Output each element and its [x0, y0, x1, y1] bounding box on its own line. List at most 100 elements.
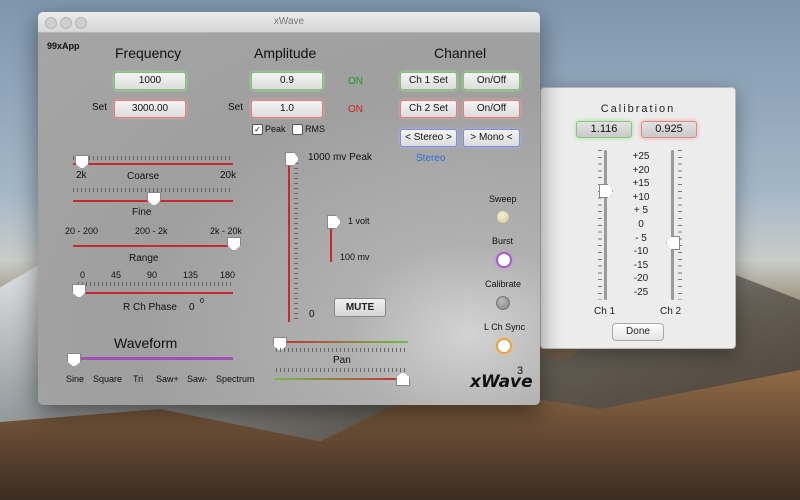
range-slider[interactable]: [227, 237, 241, 251]
phase-label: R Ch Phase: [123, 302, 177, 313]
waveform-track: [73, 357, 233, 360]
ch2-calibration-value: 0.925: [641, 121, 697, 138]
calibration-scale-mark: -20: [633, 273, 649, 285]
burst-label: Burst: [492, 236, 514, 246]
amp-range-top-label: 1 volt: [348, 216, 370, 226]
amplitude-on-indicator: ON: [348, 76, 363, 87]
frequency-set-field[interactable]: 3000.00: [114, 100, 186, 118]
waveform-option-sawplus: Saw+: [156, 374, 179, 384]
pan-track-bottom: [274, 378, 408, 380]
fine-ticks: [73, 188, 233, 192]
ch2-onoff-button[interactable]: On/Off: [463, 100, 520, 118]
calibration-scale: +25 +20 +15 +10 + 50 - 5 -10 -15 -20 -25: [601, 150, 681, 300]
coarse-min-label: 2k: [76, 170, 87, 181]
waveform-option-sine: Sine: [66, 374, 85, 384]
phase-tick-180: 180: [220, 270, 236, 280]
frequency-set-label: Set: [92, 102, 108, 113]
window-title: xWave: [273, 16, 305, 27]
pan-ticks-bottom: [276, 368, 406, 372]
ch1-onoff-button[interactable]: On/Off: [463, 72, 520, 90]
calibration-scale-mark: -25: [633, 286, 649, 298]
app-tag: 99xApp: [47, 41, 80, 51]
coarse-ticks: [73, 156, 233, 160]
calibration-scale-mark: + 5: [633, 205, 649, 217]
calibration-scale-mark: 0: [638, 218, 644, 230]
title-bar: xWave: [38, 12, 540, 33]
xwave-logo: xWave: [470, 372, 533, 392]
phase-value: 0: [189, 302, 195, 313]
coarse-max-label: 20k: [220, 170, 237, 181]
frequency-value: 1000: [114, 72, 186, 90]
amplitude-slider-track: [288, 158, 290, 322]
xwave-logo-version: 3: [517, 365, 524, 377]
done-button[interactable]: Done: [612, 323, 664, 341]
channel-header: Channel: [434, 45, 487, 61]
phase-ticks: [78, 282, 233, 286]
peak-label: Peak: [265, 124, 286, 134]
amplitude-slider-max-label: 1000 mv Peak: [308, 152, 372, 163]
coarse-track: [73, 163, 233, 165]
sweep-toggle[interactable]: [496, 210, 510, 224]
stereo-button[interactable]: < Stereo >: [400, 129, 457, 147]
waveform-option-spectrum: Spectrum: [216, 374, 255, 384]
amplitude-slider-min-label: 0: [309, 309, 315, 320]
calibration-scale-mark: +20: [632, 164, 650, 176]
ch1-label: Ch 1: [594, 306, 616, 317]
fine-slider[interactable]: [147, 192, 161, 206]
frequency-header: Frequency: [115, 45, 182, 61]
pan-label: Pan: [333, 355, 351, 366]
range-label: Range: [129, 253, 159, 264]
mono-button[interactable]: > Mono <: [463, 129, 520, 147]
ch2-set-button[interactable]: Ch 2 Set: [400, 100, 457, 118]
waveform-header: Waveform: [114, 335, 178, 351]
peak-checkbox[interactable]: ✓: [252, 124, 263, 135]
range-option-high: 2k - 20k: [210, 226, 243, 236]
mute-button[interactable]: MUTE: [334, 298, 386, 317]
calibration-scale-mark: +25: [632, 151, 650, 162]
burst-toggle[interactable]: [496, 252, 512, 268]
pan-ticks-top: [276, 348, 406, 352]
phase-tick-135: 135: [183, 270, 199, 280]
amplitude-slider-ticks: [294, 158, 298, 322]
amp-range-bottom-label: 100 mv: [340, 252, 370, 262]
range-option-mid: 200 - 2k: [135, 226, 168, 236]
calibration-scale-mark: +10: [632, 191, 650, 203]
range-track: [73, 245, 233, 247]
amplitude-set-on-indicator: ON: [348, 104, 363, 115]
phase-slider[interactable]: [72, 284, 86, 298]
amplitude-set-field[interactable]: 1.0: [251, 100, 323, 118]
lch-sync-toggle[interactable]: [496, 338, 512, 354]
range-option-low: 20 - 200: [65, 226, 99, 236]
ch1-set-button[interactable]: Ch 1 Set: [400, 72, 457, 90]
waveform-option-square: Square: [93, 374, 123, 384]
waveform-option-tri: Tri: [133, 374, 144, 384]
amplitude-header: Amplitude: [254, 45, 317, 61]
calibrate-label: Calibrate: [485, 279, 522, 289]
calibration-scale-mark: - 5: [635, 232, 647, 244]
phase-tick-0: 0: [80, 270, 86, 280]
amplitude-set-label: Set: [228, 102, 244, 113]
phase-track: [78, 292, 233, 294]
ch2-label: Ch 2: [660, 306, 682, 317]
calibration-scale-mark: -10: [633, 246, 649, 258]
calibration-window: Calibration 1.116 0.925 +25 +20 +15 +10 + 50…: [540, 87, 736, 349]
rms-label: RMS: [305, 124, 325, 134]
channel-mode-status: Stereo: [416, 153, 446, 164]
waveform-option-sawminus: Saw-: [187, 374, 208, 384]
xwave-window: xWave 99xApp Frequency 1000 Set 3000.00 …: [38, 12, 540, 405]
calibration-scale-mark: -15: [633, 259, 649, 271]
sweep-label: Sweep: [489, 194, 517, 204]
amp-range-slider[interactable]: [327, 215, 341, 229]
phase-tick-90: 90: [147, 270, 158, 280]
rms-checkbox[interactable]: [292, 124, 303, 135]
phase-degree-symbol: 0: [200, 298, 204, 305]
waveform-slider[interactable]: [67, 353, 81, 367]
calibration-title: Calibration: [600, 103, 676, 115]
amplitude-value: 0.9: [251, 72, 323, 90]
coarse-slider[interactable]: [75, 155, 89, 169]
calibration-scale-mark: +15: [632, 178, 650, 190]
calibrate-toggle[interactable]: [496, 296, 510, 310]
pan-slider-bottom[interactable]: [396, 372, 410, 386]
phase-tick-45: 45: [111, 270, 122, 280]
lch-sync-label: L Ch Sync: [484, 322, 526, 332]
